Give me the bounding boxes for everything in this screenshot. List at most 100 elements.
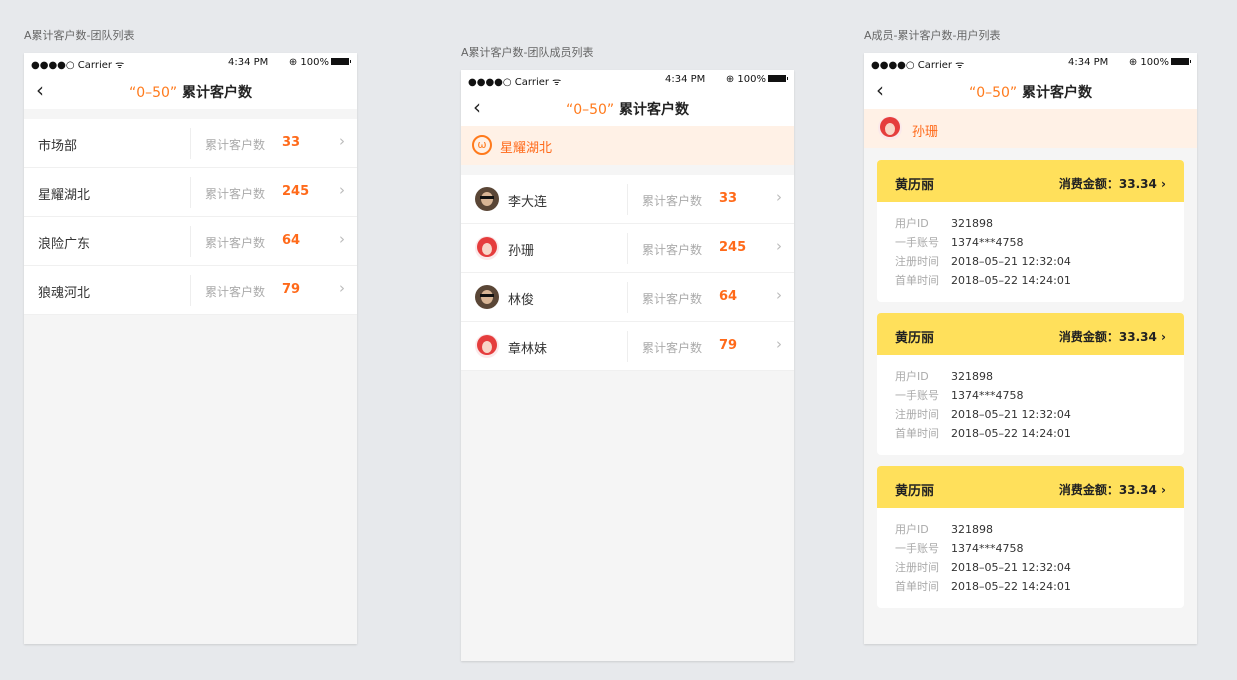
card-detail-line: 一手账号 1374***4758 — [895, 234, 1024, 250]
metric-value: 33 — [282, 135, 301, 150]
card-user-name: 黄历丽 — [895, 484, 935, 499]
member-name: 孙珊 — [508, 244, 535, 259]
card-amount-link[interactable]: 消费金额：33.34 › — [1059, 175, 1166, 192]
card-amount-link[interactable]: 消费金额：33.34 › — [1059, 328, 1166, 345]
metric-value: 79 — [282, 282, 301, 297]
range-label: “0–50” — [128, 85, 178, 101]
nav-bar: ‹ “0–50” 累计客户数 — [461, 90, 794, 126]
card-user-name: 黄历丽 — [895, 178, 935, 193]
team-name: 市场部 — [38, 139, 78, 154]
member-row[interactable]: 章林妹 累计客户数 79 › — [461, 322, 794, 371]
card-header: 黄历丽 消费金额：33.34 › — [877, 313, 1184, 355]
chevron-right-icon: › — [339, 132, 345, 150]
team-icon: ω — [472, 135, 492, 155]
board-label-team-list: A累计客户数-团队列表 — [24, 29, 135, 42]
team-header-name: 星耀湖北 — [500, 141, 553, 156]
battery-icon — [1171, 57, 1191, 65]
battery-icon — [331, 57, 351, 65]
card-header: 黄历丽 消费金额：33.34 › — [877, 160, 1184, 202]
team-row[interactable]: 星耀湖北 累计客户数 245 › — [24, 168, 357, 217]
member-row[interactable]: 林俊 累计客户数 64 › — [461, 273, 794, 322]
card-header: 黄历丽 消费金额：33.34 › — [877, 466, 1184, 508]
team-name: 浪险广东 — [38, 237, 91, 252]
detail-key: 首单时间 — [895, 274, 939, 287]
battery-status: ⊕ 100% — [289, 57, 351, 68]
carrier-signal: ●●●●○ Carrier ᯤ — [871, 60, 965, 71]
card-detail-line: 一手账号 1374***4758 — [895, 387, 1024, 403]
row-divider — [627, 282, 628, 313]
detail-key: 注册时间 — [895, 561, 939, 574]
metric-label: 累计客户数 — [642, 341, 703, 355]
detail-value: 2018–05–22 14:24:01 — [951, 274, 1071, 287]
metric-value: 64 — [719, 289, 738, 304]
detail-key: 一手账号 — [895, 389, 939, 402]
card-detail-line: 用户ID 321898 — [895, 368, 993, 384]
detail-value: 2018–05–22 14:24:01 — [951, 580, 1071, 593]
board-label-member-list: A累计客户数-团队成员列表 — [461, 46, 594, 59]
metric-label: 累计客户数 — [205, 236, 266, 250]
detail-value: 1374***4758 — [951, 236, 1024, 249]
metric-label: 累计客户数 — [205, 187, 266, 201]
card-detail-line: 首单时间 2018–05–22 14:24:01 — [895, 578, 1071, 594]
team-row[interactable]: 狼魂河北 累计客户数 79 › — [24, 266, 357, 315]
detail-value: 2018–05–21 12:32:04 — [951, 561, 1071, 574]
chevron-right-icon: › — [776, 335, 782, 353]
avatar — [878, 116, 902, 140]
card-detail-line: 用户ID 321898 — [895, 521, 993, 537]
metric-label: 累计客户数 — [642, 292, 703, 306]
page-title: “0–50” 累计客户数 — [565, 102, 690, 118]
status-bar: ●●●●○ Carrier ᯤ 4:34 PM ⊕ 100% — [461, 70, 794, 90]
detail-value: 2018–05–21 12:32:04 — [951, 408, 1071, 421]
user-header-name: 孙珊 — [912, 125, 939, 140]
phone-member-list: ●●●●○ Carrier ᯤ 4:34 PM ⊕ 100% ‹ “0–50” … — [461, 70, 794, 661]
team-row[interactable]: 市场部 累计客户数 33 › — [24, 119, 357, 168]
card-detail-line: 注册时间 2018–05–21 12:32:04 — [895, 253, 1071, 269]
user-card[interactable]: 黄历丽 消费金额：33.34 › 用户ID 321898 一手账号 1374***4758… — [877, 313, 1184, 455]
phone-team-list: ●●●●○ Carrier ᯤ 4:34 PM ⊕ 100% ‹ “0–50” … — [24, 53, 357, 644]
member-name: 李大连 — [508, 195, 548, 210]
carrier-signal: ●●●●○ Carrier ᯤ — [31, 60, 125, 71]
detail-key: 首单时间 — [895, 580, 939, 593]
member-row[interactable]: 孙珊 累计客户数 245 › — [461, 224, 794, 273]
user-card[interactable]: 黄历丽 消费金额：33.34 › 用户ID 321898 一手账号 1374***4758… — [877, 466, 1184, 608]
user-card[interactable]: 黄历丽 消费金额：33.34 › 用户ID 321898 一手账号 1374***4758… — [877, 160, 1184, 302]
metric-value: 245 — [282, 184, 310, 199]
detail-value: 321898 — [951, 217, 993, 230]
chevron-right-icon: › — [339, 279, 345, 297]
detail-key: 用户ID — [895, 523, 929, 536]
range-label: “0–50” — [968, 85, 1018, 101]
row-divider — [627, 233, 628, 264]
status-bar: ●●●●○ Carrier ᯤ 4:34 PM ⊕ 100% — [24, 53, 357, 73]
metric-value: 33 — [719, 191, 738, 206]
member-name: 林俊 — [508, 293, 535, 308]
detail-key: 注册时间 — [895, 408, 939, 421]
detail-value: 2018–05–22 14:24:01 — [951, 427, 1071, 440]
card-amount-link[interactable]: 消费金额：33.34 › — [1059, 481, 1166, 498]
user-header: 孙珊 — [864, 109, 1197, 148]
card-detail-line: 注册时间 2018–05–21 12:32:04 — [895, 406, 1071, 422]
board-label-user-list: A成员-累计客户数-用户列表 — [864, 29, 1001, 42]
detail-value: 321898 — [951, 523, 993, 536]
battery-status: ⊕ 100% — [726, 74, 788, 85]
card-detail-line: 注册时间 2018–05–21 12:32:04 — [895, 559, 1071, 575]
card-detail-line: 一手账号 1374***4758 — [895, 540, 1024, 556]
metric-label: 累计客户数 — [205, 285, 266, 299]
row-divider — [190, 275, 191, 306]
detail-value: 1374***4758 — [951, 542, 1024, 555]
team-name: 狼魂河北 — [38, 286, 91, 301]
avatar — [475, 334, 499, 358]
detail-key: 一手账号 — [895, 542, 939, 555]
team-row[interactable]: 浪险广东 累计客户数 64 › — [24, 217, 357, 266]
metric-value: 64 — [282, 233, 301, 248]
range-label: “0–50” — [565, 102, 615, 118]
row-divider — [190, 226, 191, 257]
detail-key: 用户ID — [895, 370, 929, 383]
metric-label: 累计客户数 — [642, 194, 703, 208]
detail-key: 注册时间 — [895, 255, 939, 268]
chevron-right-icon: › — [776, 188, 782, 206]
card-detail-line: 首单时间 2018–05–22 14:24:01 — [895, 425, 1071, 441]
avatar — [475, 236, 499, 260]
metric-value: 79 — [719, 338, 738, 353]
member-row[interactable]: 李大连 累计客户数 33 › — [461, 175, 794, 224]
card-user-name: 黄历丽 — [895, 331, 935, 346]
